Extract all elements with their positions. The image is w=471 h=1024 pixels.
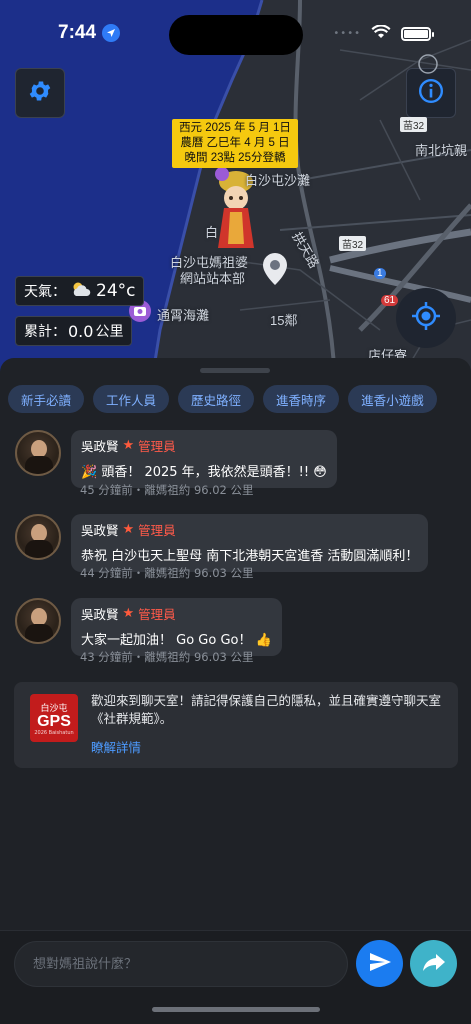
logo-top-text: 白沙屯 xyxy=(40,703,68,714)
counter-unit: 公里 xyxy=(95,324,124,340)
map-label-temple-sub: 網站站本部 xyxy=(180,271,246,286)
settings-button[interactable] xyxy=(15,68,65,118)
partly-cloudy-icon xyxy=(70,281,92,301)
avatar[interactable] xyxy=(15,430,61,476)
home-indicator xyxy=(152,1007,320,1012)
status-time: 7:44 xyxy=(58,22,121,44)
message-bubble[interactable]: 吳政賢 ★ 管理員 大家一起加油！ Go Go Go！ 👍 xyxy=(71,598,282,656)
date-gregorian: 西元 2025 年 5 月 1日 xyxy=(179,122,291,134)
tab-beginner-guide[interactable]: 新手必讀 xyxy=(8,385,85,413)
road-badge-miao32-north: 苗32 xyxy=(400,117,428,132)
sender-name: 吳政賢 xyxy=(81,607,119,622)
tab-staff[interactable]: 工作人員 xyxy=(93,385,170,413)
send-icon xyxy=(368,950,392,978)
message-meta: 44 分鐘前・離媽祖約 96.03 公里 xyxy=(80,566,254,580)
map-view[interactable]: 7:44 •••• 西元 2025 年 5 月 1日 農曆 乙巳年 4 月 5 … xyxy=(0,0,471,380)
dynamic-island xyxy=(169,15,303,55)
map-label-nanbei: 南北坑親 xyxy=(415,143,468,158)
learn-more-link[interactable]: 瞭解詳情 xyxy=(91,737,141,756)
battery-icon xyxy=(401,26,434,41)
chat-sheet: 新手必讀 工作人員 歷史路徑 進香時序 進香小遊戲 吳政賢 ★ 管理員 🎉 頭香… xyxy=(0,358,471,1024)
locate-mazu-button[interactable] xyxy=(396,288,456,348)
map-label-bai: 白 xyxy=(205,225,219,240)
message-text: 恭祝 白沙屯天上聖母 南下北港朝天宮進香 活動圓滿順利！ xyxy=(81,549,419,564)
avatar[interactable] xyxy=(15,514,61,560)
chat-input-bar xyxy=(0,930,471,1024)
weather-temp: 24°c xyxy=(96,281,136,301)
crosshair-icon xyxy=(411,301,441,335)
temple-pin-icon[interactable] xyxy=(262,253,288,289)
sheet-grabber[interactable] xyxy=(200,368,270,373)
gps-app-logo: 白沙屯 GPS 2026 Baishatun xyxy=(30,694,78,742)
road-badge-1: 1 xyxy=(374,268,386,279)
chat-input[interactable] xyxy=(14,941,348,987)
map-label-tongxiao: 通霄海灘 xyxy=(157,308,210,323)
wifi-icon xyxy=(371,24,391,43)
compass-icon xyxy=(418,54,438,78)
share-button[interactable] xyxy=(410,940,457,987)
procession-date-box: 西元 2025 年 5 月 1日 農曆 乙巳年 4 月 5 日 晚間 23點 2… xyxy=(172,119,298,168)
share-arrow-icon xyxy=(422,950,446,978)
message-bubble[interactable]: 吳政賢 ★ 管理員 🎉 頭香！ 2025 年，我依然是頭香！!! 😳 xyxy=(71,430,337,488)
counter-value: 0.0 xyxy=(68,321,94,341)
location-arrow-icon xyxy=(102,24,121,42)
tab-schedule[interactable]: 進香時序 xyxy=(263,385,340,413)
road-badge-miao32-south: 苗32 xyxy=(339,236,367,251)
message-meta: 43 分鐘前・離媽祖約 96.03 公里 xyxy=(80,650,254,664)
tab-history-route[interactable]: 歷史路徑 xyxy=(178,385,255,413)
avatar[interactable] xyxy=(15,598,61,644)
admin-star-icon: ★ xyxy=(122,606,135,621)
quick-tabs: 新手必讀 工作人員 歷史路徑 進香時序 進香小遊戲 xyxy=(8,385,437,413)
date-departure: 晚間 23點 25分登轎 xyxy=(184,152,286,164)
gear-icon xyxy=(27,78,53,108)
chat-message: 吳政賢 ★ 管理員 🎉 頭香！ 2025 年，我依然是頭香！!! 😳 xyxy=(15,430,337,488)
admin-star-icon: ★ xyxy=(122,522,135,537)
message-text: 大家一起加油！ Go Go Go！ 👍 xyxy=(81,633,272,648)
clock-text: 7:44 xyxy=(58,22,97,43)
tab-mini-game[interactable]: 進香小遊戲 xyxy=(348,385,437,413)
road-badge-61: 61 xyxy=(381,295,399,306)
status-bar: 7:44 •••• xyxy=(0,0,471,70)
sender-role: 管理員 xyxy=(138,439,176,454)
cellular-signal-icon: •••• xyxy=(333,28,361,39)
map-label-beach: 白沙屯沙灘 xyxy=(245,173,311,188)
sender-name: 吳政賢 xyxy=(81,439,119,454)
weather-label: 天氣： xyxy=(24,284,66,300)
distance-counter: 累計： 0.0 公里 xyxy=(15,316,133,346)
sender-role: 管理員 xyxy=(138,607,176,622)
logo-mid-text: GPS xyxy=(37,712,71,730)
message-meta: 45 分鐘前・離媽祖約 96.02 公里 xyxy=(80,483,254,497)
chat-message: 吳政賢 ★ 管理員 大家一起加油！ Go Go Go！ 👍 xyxy=(15,598,282,656)
message-text: 🎉 頭香！ 2025 年，我依然是頭香！!! 😳 xyxy=(81,465,327,480)
notice-text: 歡迎來到聊天室！請記得保護自己的隱私，並且確實遵守聊天室《社群規範》。 xyxy=(91,693,442,726)
admin-star-icon: ★ xyxy=(122,438,135,453)
weather-widget: 天氣： 24°c xyxy=(15,276,145,306)
send-button[interactable] xyxy=(356,940,403,987)
chat-rules-notice: 白沙屯 GPS 2026 Baishatun 歡迎來到聊天室！請記得保護自己的隱… xyxy=(14,682,458,768)
logo-bot-text: 2026 Baishatun xyxy=(34,729,74,736)
info-icon xyxy=(418,78,444,108)
date-lunar: 農曆 乙巳年 4 月 5 日 xyxy=(180,137,290,149)
chat-message: 吳政賢 ★ 管理員 恭祝 白沙屯天上聖母 南下北港朝天宮進香 活動圓滿順利！ xyxy=(15,514,429,572)
sender-name: 吳政賢 xyxy=(81,523,119,538)
counter-label: 累計： xyxy=(24,324,66,340)
map-label-15lin: 15鄰 xyxy=(270,313,298,328)
message-bubble[interactable]: 吳政賢 ★ 管理員 恭祝 白沙屯天上聖母 南下北港朝天宮進香 活動圓滿順利！ xyxy=(71,514,429,572)
sender-role: 管理員 xyxy=(138,523,176,538)
